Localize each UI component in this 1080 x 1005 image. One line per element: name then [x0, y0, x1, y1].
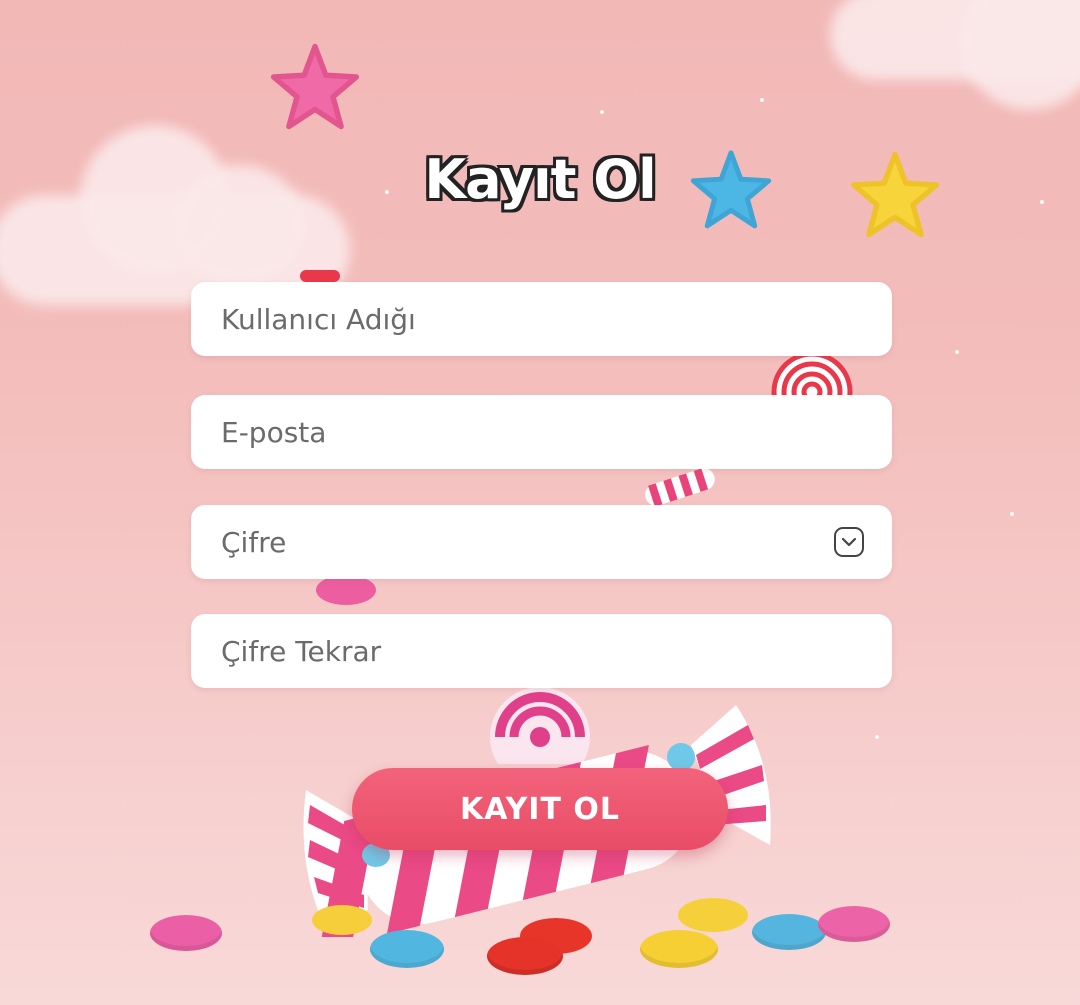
yellow-bean-icon: [640, 930, 718, 968]
cloud-right-puff: [960, 0, 1080, 110]
username-field[interactable]: [191, 282, 892, 356]
sparkle: [955, 350, 959, 354]
yellow-bean-icon: [312, 905, 372, 935]
sparkle: [760, 98, 764, 102]
sparkle: [600, 110, 604, 114]
red-bean-icon: [487, 937, 563, 975]
password-confirm-input[interactable]: [191, 614, 892, 688]
yellow-bean-icon: [678, 898, 748, 932]
email-field[interactable]: [191, 395, 892, 469]
blue-bean-icon: [370, 930, 444, 968]
blue-bean-icon: [752, 914, 826, 950]
eye-toggle-icon[interactable]: [834, 527, 864, 557]
pink-candy-icon: [316, 575, 376, 605]
pink-bean-icon: [150, 915, 222, 951]
username-input[interactable]: [191, 282, 892, 356]
email-input[interactable]: [191, 395, 892, 469]
page-title: Kayıt Ol: [424, 148, 656, 211]
red-candy-icon: [300, 270, 340, 282]
sparkle: [875, 735, 879, 739]
pink-bean-icon: [818, 906, 890, 942]
password-input[interactable]: [191, 505, 892, 579]
pink-star-icon: [270, 42, 360, 130]
password-confirm-field[interactable]: [191, 614, 892, 688]
password-field[interactable]: [191, 505, 892, 579]
register-button[interactable]: KAYIT OL: [352, 768, 728, 850]
sparkle: [1010, 512, 1014, 516]
